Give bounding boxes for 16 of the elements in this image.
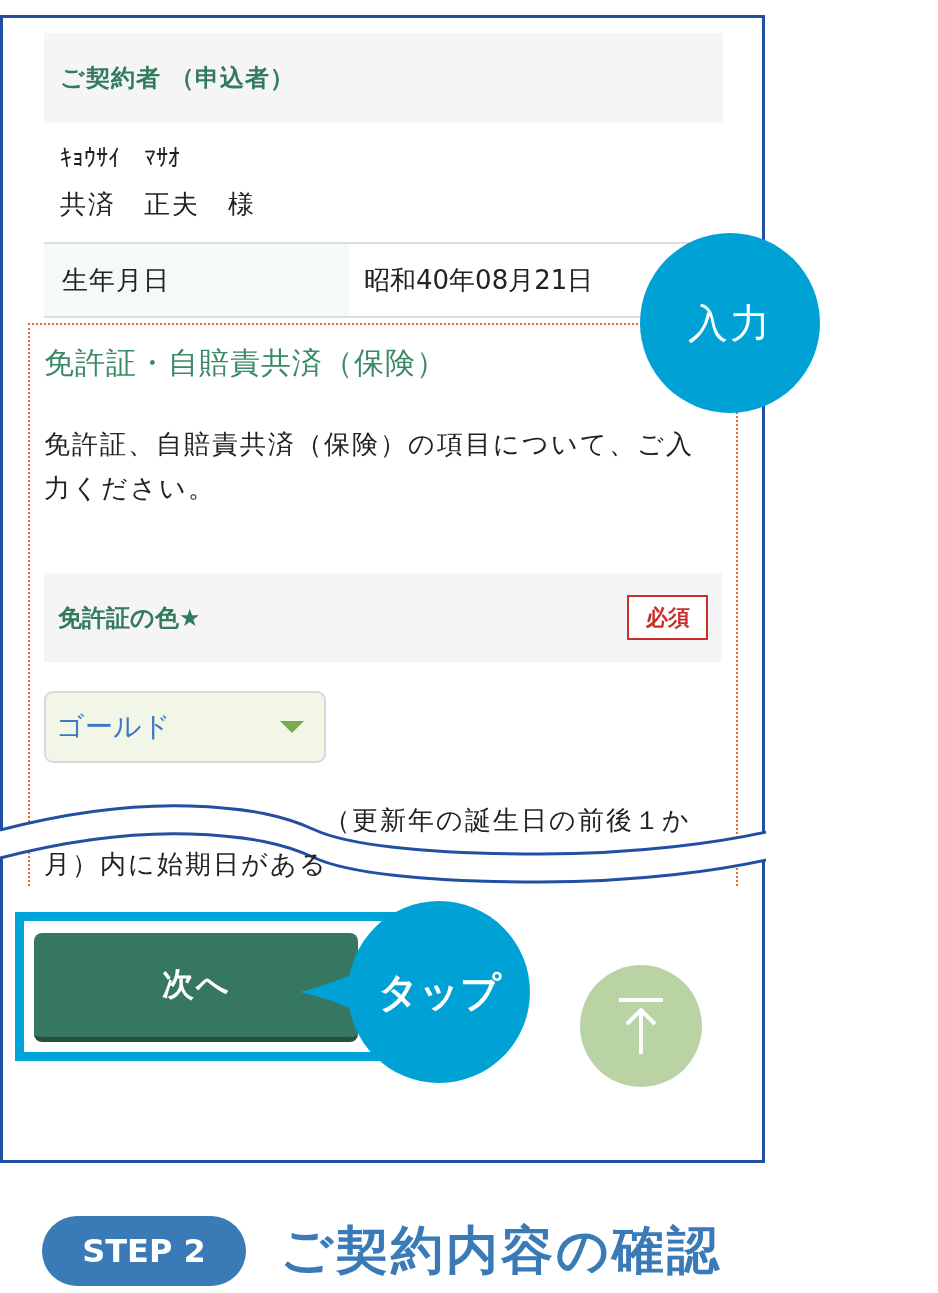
description-text: 免許証、自賠責共済（保険）の項目について、ご入力ください。 [44, 428, 695, 505]
note-text: （更新年の誕生日の前後１か [324, 804, 691, 837]
value-cell-text: 昭和40年08月21日 [363, 263, 594, 297]
required-badge: 必須 [627, 595, 708, 640]
section-title: 免許証・自賠責共済（保険） [44, 344, 448, 382]
section-heading: ご契約者 （申込者） [44, 33, 723, 123]
caret-icon [280, 721, 304, 733]
name-text: 共済 正夫 様 [60, 188, 257, 221]
step-title: ご契約内容の確認 [280, 1219, 722, 1282]
note-text: 月）内に始期日がある [44, 848, 328, 881]
license-color-select[interactable]: ゴールド [44, 691, 326, 763]
field-label: 免許証の色★ [58, 602, 201, 634]
next-button[interactable]: 次へ [34, 933, 358, 1042]
name-kana: ｷｮｳｻｲ ﾏｻｵ [60, 143, 181, 174]
step-badge: STEP 2 [42, 1216, 246, 1286]
label-cell: 生年月日 [44, 244, 349, 316]
